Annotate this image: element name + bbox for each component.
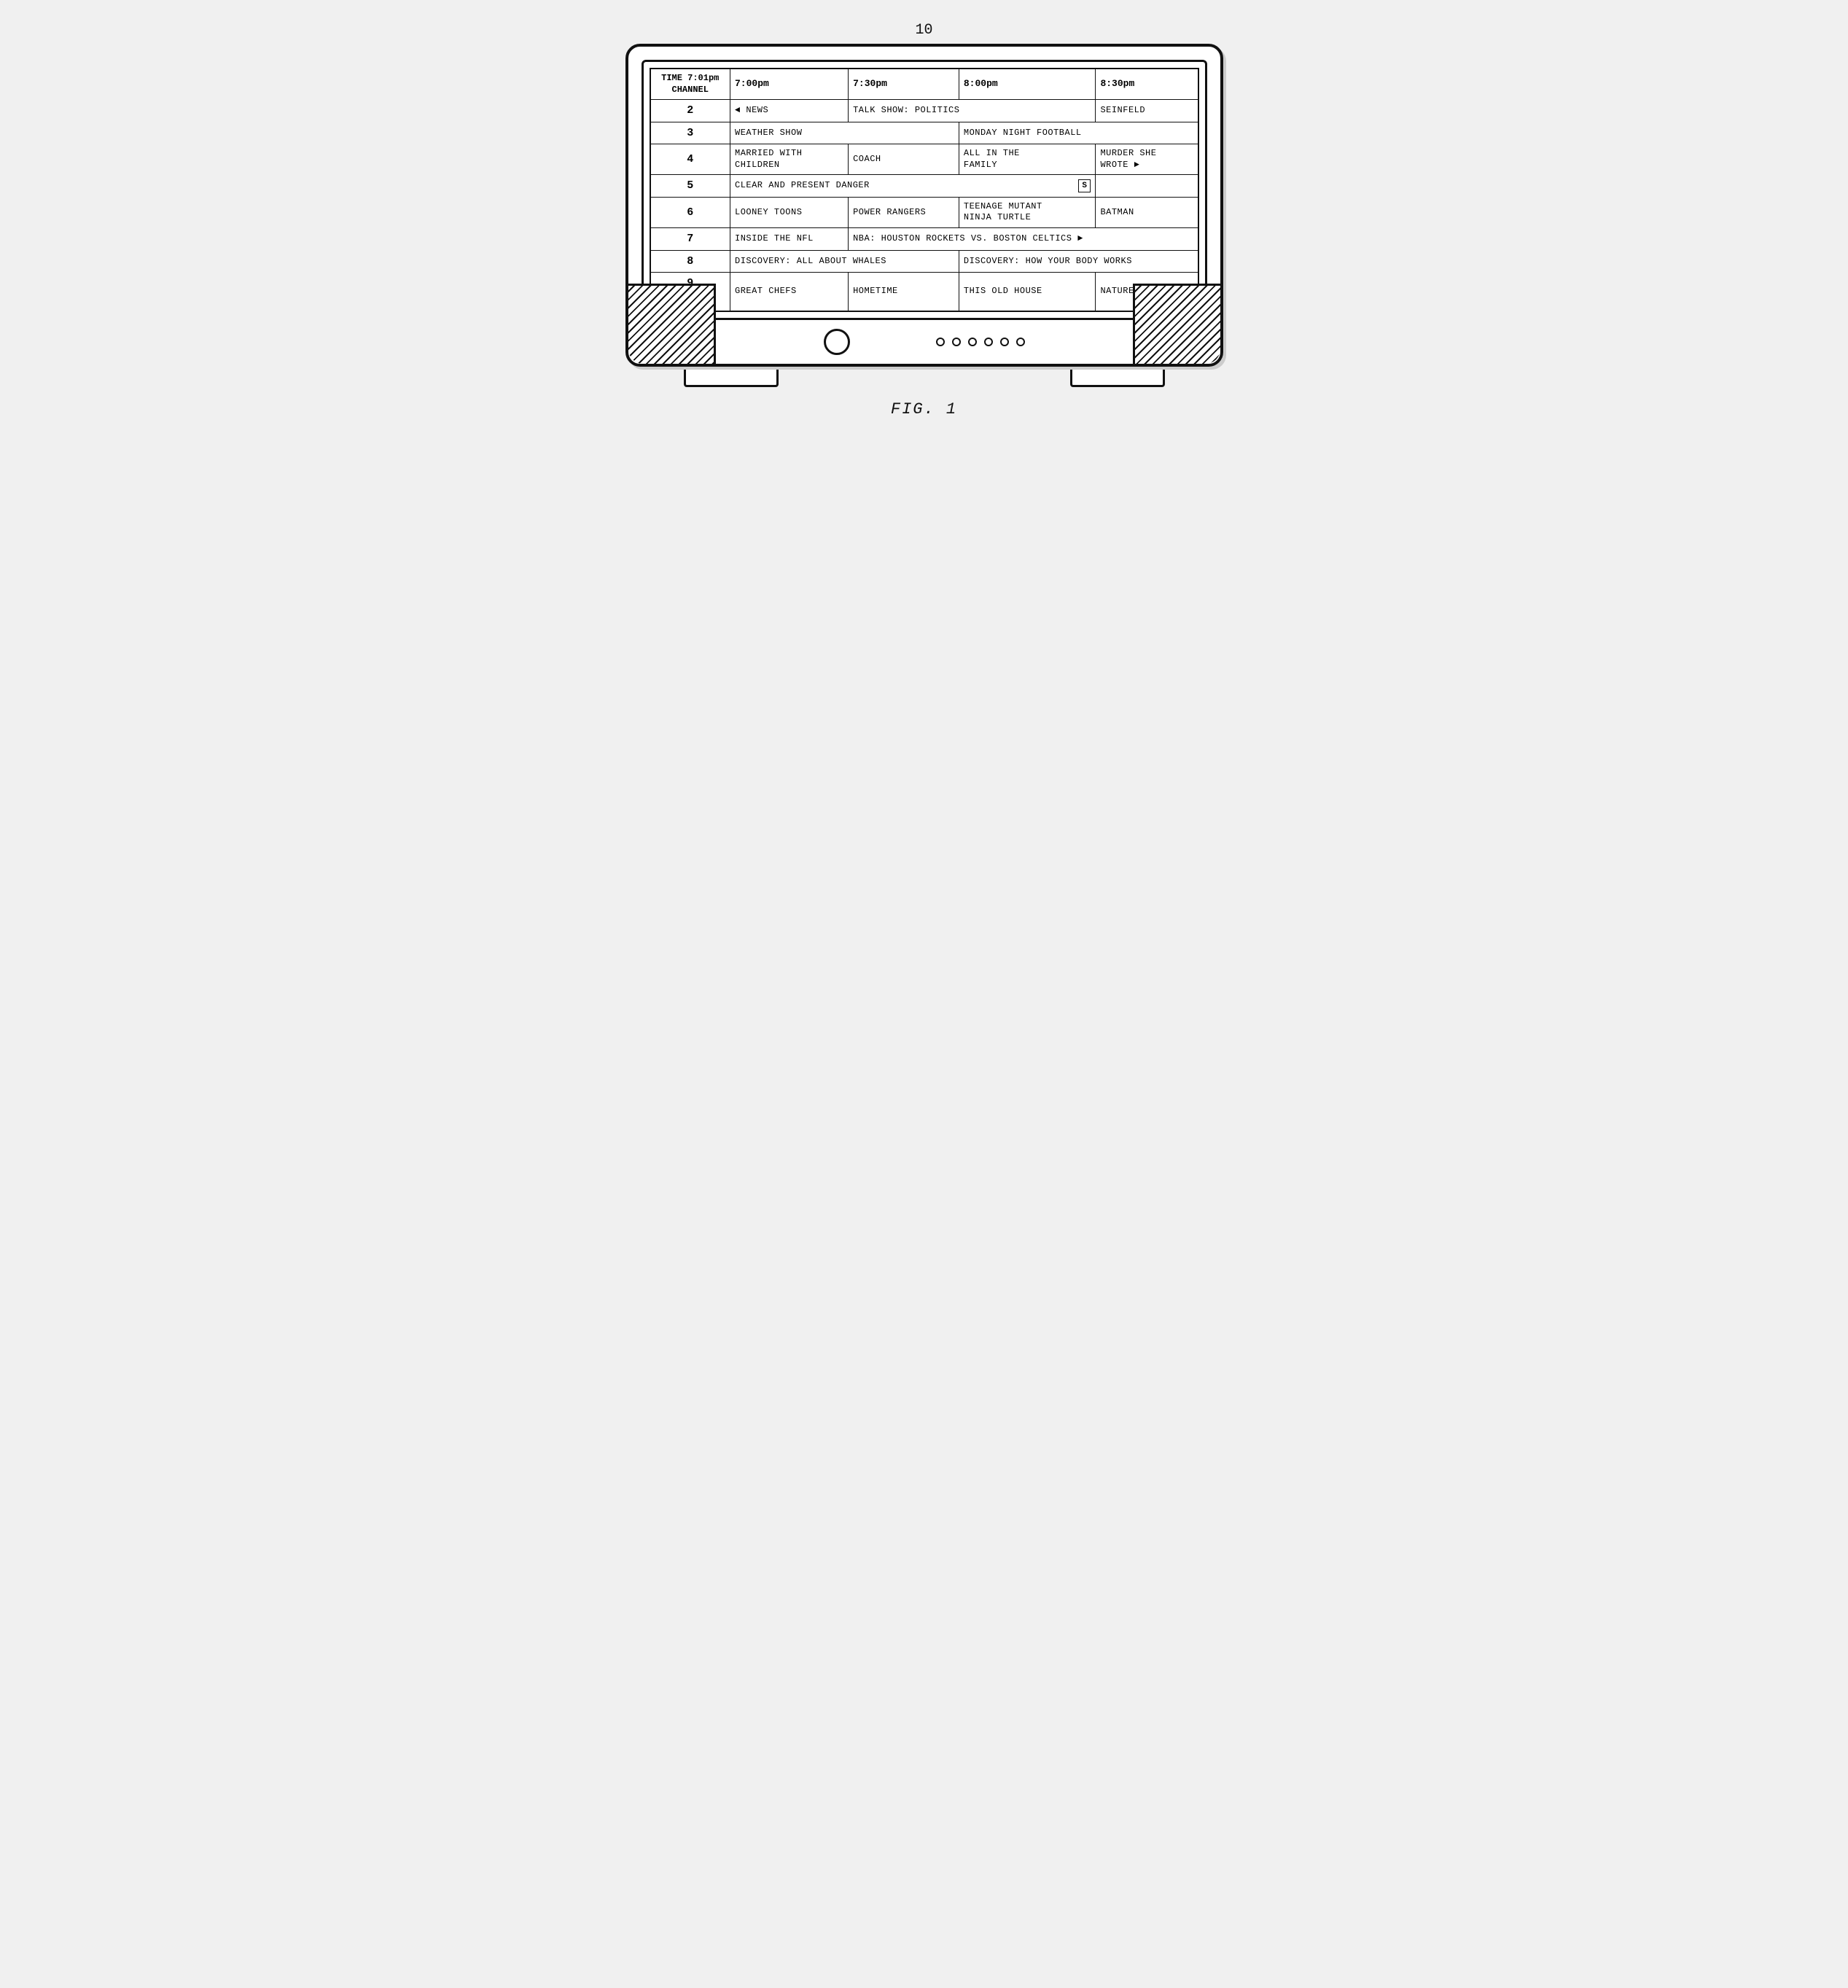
program-title: MURDER SHEWROTE ► xyxy=(1100,148,1156,170)
channel-number: 8 xyxy=(650,250,730,273)
program-title: GREAT CHEFS xyxy=(735,286,797,296)
indicator-dot xyxy=(1016,338,1025,346)
channel-row: 9↓GREAT CHEFSHOMETIMETHIS OLD HOUSENATUR… xyxy=(650,273,1198,312)
program-cell[interactable]: WEATHER SHOW xyxy=(730,122,959,144)
program-title: DISCOVERY: ALL ABOUT WHALES xyxy=(735,256,886,266)
program-title: THIS OLD HOUSE xyxy=(964,286,1042,296)
program-cell[interactable]: TALK SHOW: POLITICS xyxy=(849,100,1096,122)
program-title: TEENAGE MUTANTNINJA TURTLE xyxy=(964,201,1042,223)
program-title: MONDAY NIGHT FOOTBALL xyxy=(964,128,1082,138)
program-title: NATURE xyxy=(1100,286,1134,296)
hatch-right xyxy=(1133,284,1220,364)
program-title: BATMAN xyxy=(1100,207,1134,217)
foot-left xyxy=(684,367,779,387)
channel-row: 5 CLEAR AND PRESENT DANGER S xyxy=(650,175,1198,198)
monitor-bottom xyxy=(628,320,1220,364)
reference-number: 10 xyxy=(915,22,932,39)
program-title: NBA: HOUSTON ROCKETS vs. BOSTON CELTICS … xyxy=(853,233,1083,243)
program-cell[interactable]: POWER RANGERS xyxy=(849,197,959,227)
power-button[interactable] xyxy=(824,329,850,355)
header-timeslot-800: 8:00pm xyxy=(959,69,1096,100)
monitor-feet xyxy=(625,367,1223,387)
program-cell[interactable]: DISCOVERY: ALL ABOUT WHALES xyxy=(730,250,959,273)
program-title: COACH xyxy=(853,154,881,164)
hatch-left xyxy=(628,284,716,364)
program-title: SEINFELD xyxy=(1100,105,1145,115)
program-cell[interactable]: HOMETIME xyxy=(849,273,959,312)
indicator-dot xyxy=(952,338,961,346)
program-cell[interactable]: SEINFELD xyxy=(1096,100,1198,122)
indicator-dot xyxy=(984,338,993,346)
monitor-wrapper: 10 TIME 7:01pm CHANNEL 7:00pm 7:30pm 8:0… xyxy=(625,44,1223,387)
program-cell[interactable]: GREAT CHEFS xyxy=(730,273,849,312)
channel-row: 8 DISCOVERY: ALL ABOUT WHALES DISCOVERY: H… xyxy=(650,250,1198,273)
program-title: HOMETIME xyxy=(853,286,898,296)
program-cell[interactable]: DISCOVERY: HOW YOUR BODY WORKS xyxy=(959,250,1198,273)
channel-row: 7 INSIDE THE NFL NBA: HOUSTON ROCKETS vs. … xyxy=(650,228,1198,251)
program-cell[interactable]: THIS OLD HOUSE xyxy=(959,273,1096,312)
channel-row: 6 LOONEY TOONS POWER RANGERS TEENAGE MUTANT… xyxy=(650,197,1198,227)
header-time: TIME 7:01pm CHANNEL xyxy=(650,69,730,100)
program-title: POWER RANGERS xyxy=(853,207,926,217)
program-cell[interactable]: MONDAY NIGHT FOOTBALL xyxy=(959,122,1198,144)
figure-label: FIG. 1 xyxy=(891,400,957,418)
program-title: WEATHER SHOW xyxy=(735,128,802,138)
program-title: ALL IN THEFAMILY xyxy=(964,148,1020,170)
header-timeslot-830: 8:30pm xyxy=(1096,69,1198,100)
program-cell[interactable]: COACH xyxy=(849,144,959,175)
program-title: LOONEY TOONS xyxy=(735,207,802,217)
foot-right xyxy=(1070,367,1165,387)
program-title: ◄ NEWS xyxy=(735,105,768,115)
channel-number: 4 xyxy=(650,144,730,175)
program-title: MARRIED WITHCHILDREN xyxy=(735,148,802,170)
channel-row: 4MARRIED WITHCHILDREN COACH ALL IN THEFAMI… xyxy=(650,144,1198,175)
channel-row: 3 WEATHER SHOW MONDAY NIGHT FOOTBALL xyxy=(650,122,1198,144)
program-cell[interactable]: CLEAR AND PRESENT DANGER S xyxy=(730,175,1096,198)
program-cell[interactable]: MARRIED WITHCHILDREN xyxy=(730,144,849,175)
program-title: CLEAR AND PRESENT DANGER xyxy=(735,180,870,192)
s-badge: S xyxy=(1078,179,1091,192)
program-cell[interactable]: ALL IN THEFAMILY xyxy=(959,144,1096,175)
program-cell[interactable]: INSIDE THE NFL xyxy=(730,228,849,251)
indicator-dot xyxy=(936,338,945,346)
header-timeslot-700: 7:00pm xyxy=(730,69,849,100)
channel-number: 2 xyxy=(650,100,730,122)
program-cell[interactable]: TEENAGE MUTANTNINJA TURTLE xyxy=(959,197,1096,227)
header-timeslot-730: 7:30pm xyxy=(849,69,959,100)
program-cell[interactable]: MURDER SHEWROTE ► xyxy=(1096,144,1198,175)
program-title: DISCOVERY: HOW YOUR BODY WORKS xyxy=(964,256,1132,266)
program-cell[interactable]: LOONEY TOONS xyxy=(730,197,849,227)
channel-number: 5 xyxy=(650,175,730,198)
monitor: TIME 7:01pm CHANNEL 7:00pm 7:30pm 8:00pm… xyxy=(625,44,1223,367)
indicator-dot xyxy=(968,338,977,346)
channel-number: 6 xyxy=(650,197,730,227)
epg-grid: TIME 7:01pm CHANNEL 7:00pm 7:30pm 8:00pm… xyxy=(650,68,1199,312)
channel-number: 7 xyxy=(650,228,730,251)
program-cell[interactable]: NBA: HOUSTON ROCKETS vs. BOSTON CELTICS … xyxy=(849,228,1198,251)
screen-bezel: TIME 7:01pm CHANNEL 7:00pm 7:30pm 8:00pm… xyxy=(642,60,1207,320)
dots-row xyxy=(936,338,1025,346)
program-title: TALK SHOW: POLITICS xyxy=(853,105,959,115)
indicator-dot xyxy=(1000,338,1009,346)
program-cell[interactable] xyxy=(1096,175,1198,198)
program-cell[interactable]: BATMAN xyxy=(1096,197,1198,227)
program-title: INSIDE THE NFL xyxy=(735,233,814,243)
channel-number: 3 xyxy=(650,122,730,144)
program-cell[interactable]: ◄ NEWS xyxy=(730,100,849,122)
channel-row: 2 ◄ NEWS TALK SHOW: POLITICS SEINFELD xyxy=(650,100,1198,122)
